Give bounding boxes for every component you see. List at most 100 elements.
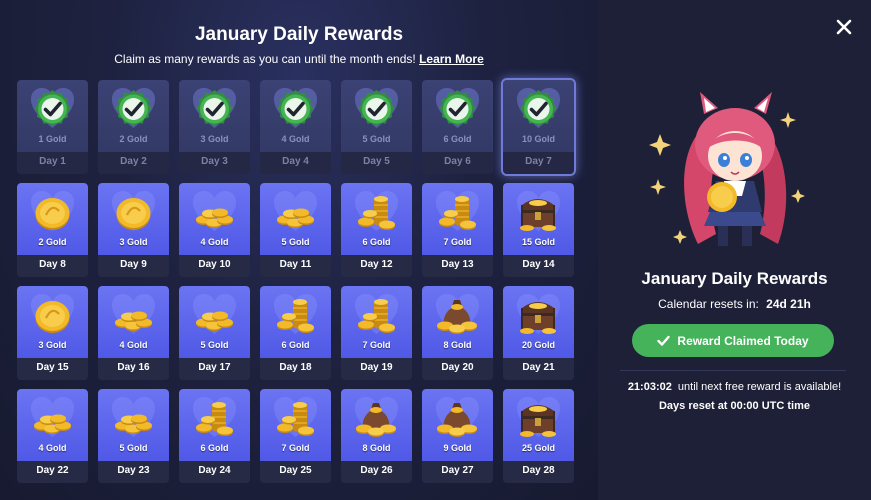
day-card-art-area: 4 Gold <box>260 80 331 152</box>
day-card[interactable]: 4 Gold Day 22 <box>17 389 88 483</box>
day-card[interactable]: 20 Gold Day 21 <box>503 286 574 380</box>
day-label: Day 28 <box>522 465 555 476</box>
single-coin-icon <box>116 198 151 230</box>
day-label: Day 9 <box>120 259 147 270</box>
day-card[interactable]: 4 Gold Day 16 <box>98 286 169 380</box>
calendar-subtitle: Claim as many rewards as you can until t… <box>0 52 598 66</box>
treasure-chest-icon <box>520 199 556 231</box>
reward-amount: 9 Gold <box>443 443 472 453</box>
day-card[interactable]: 3 Gold Day 3 <box>179 80 250 174</box>
day-card-art-area: 7 Gold <box>341 286 412 358</box>
reward-amount: 6 Gold <box>200 443 229 453</box>
day-label: Day 21 <box>522 362 555 373</box>
day-label: Day 11 <box>279 259 312 270</box>
reward-amount: 4 Gold <box>119 340 148 350</box>
day-label: Day 13 <box>441 259 474 270</box>
day-card[interactable]: 7 Gold Day 19 <box>341 286 412 380</box>
day-card-art-area: 2 Gold <box>98 80 169 152</box>
day-card-art-area: 4 Gold <box>98 286 169 358</box>
check-badge-icon <box>439 90 476 127</box>
reset-label: Calendar resets in: <box>658 297 759 311</box>
day-label: Day 10 <box>198 259 231 270</box>
day-card[interactable]: 15 Gold Day 14 <box>503 183 574 277</box>
next-reward-timer: 21:03:02 until next free reward is avail… <box>598 381 871 393</box>
reward-amount: 20 Gold <box>521 340 555 350</box>
day-card[interactable]: 6 Gold Day 12 <box>341 183 412 277</box>
day-label: Day 7 <box>525 156 552 167</box>
coin-pile-icon <box>34 414 71 434</box>
day-card-art-area: 3 Gold <box>179 80 250 152</box>
coin-bag-icon <box>437 300 477 334</box>
day-card[interactable]: 2 Gold Day 8 <box>17 183 88 277</box>
reset-countdown: 24d 21h <box>766 297 811 311</box>
reward-amount: 10 Gold <box>521 134 555 144</box>
day-card[interactable]: 1 Gold Day 1 <box>17 80 88 174</box>
reward-amount: 6 Gold <box>281 340 310 350</box>
reward-amount: 3 Gold <box>200 134 229 144</box>
day-card[interactable]: 7 Gold Day 25 <box>260 389 331 483</box>
day-card[interactable]: 6 Gold Day 6 <box>422 80 493 174</box>
day-card[interactable]: 5 Gold Day 17 <box>179 286 250 380</box>
rewards-calendar-panel: January Daily Rewards Claim as many rewa… <box>0 0 598 500</box>
single-coin-icon <box>35 198 70 230</box>
day-card[interactable]: 4 Gold Day 10 <box>179 183 250 277</box>
day-card[interactable]: 4 Gold Day 4 <box>260 80 331 174</box>
timer-text: until next free reward is available! <box>677 381 842 393</box>
check-icon <box>657 335 671 346</box>
check-badge-icon <box>277 90 314 127</box>
day-card-art-area: 2 Gold <box>17 183 88 255</box>
day-label: Day 8 <box>39 259 66 270</box>
coin-stack-icon <box>358 196 395 230</box>
day-label: Day 19 <box>360 362 393 373</box>
day-card-art-area: 20 Gold <box>503 286 574 358</box>
day-card[interactable]: 2 Gold Day 2 <box>98 80 169 174</box>
day-card[interactable]: 3 Gold Day 9 <box>98 183 169 277</box>
coin-stack-icon <box>277 299 314 333</box>
day-card[interactable]: 6 Gold Day 18 <box>260 286 331 380</box>
claim-button-label: Reward Claimed Today <box>677 333 809 348</box>
coin-pile-icon <box>277 208 314 228</box>
reward-amount: 6 Gold <box>362 237 391 247</box>
reward-amount: 4 Gold <box>281 134 310 144</box>
rewards-summary-panel: January Daily Rewards Calendar resets in… <box>598 0 871 500</box>
coin-bag-icon <box>356 403 396 437</box>
day-label: Day 26 <box>360 465 393 476</box>
day-card[interactable]: 25 Gold Day 28 <box>503 389 574 483</box>
day-card[interactable]: 5 Gold Day 23 <box>98 389 169 483</box>
day-card[interactable]: 3 Gold Day 15 <box>17 286 88 380</box>
check-badge-icon <box>358 90 395 127</box>
reward-amount: 3 Gold <box>38 340 67 350</box>
day-card-art-area: 10 Gold <box>503 80 574 152</box>
reward-amount: 4 Gold <box>38 443 67 453</box>
learn-more-link[interactable]: Learn More <box>419 52 484 66</box>
reward-claimed-button[interactable]: Reward Claimed Today <box>632 324 834 357</box>
treasure-chest-icon <box>520 405 556 437</box>
close-icon[interactable] <box>835 18 853 36</box>
reward-amount: 2 Gold <box>119 134 148 144</box>
single-coin-icon <box>35 301 70 333</box>
day-card[interactable]: 9 Gold Day 27 <box>422 389 493 483</box>
day-label: Day 22 <box>36 465 69 476</box>
day-card[interactable]: 8 Gold Day 26 <box>341 389 412 483</box>
check-badge-icon <box>115 90 152 127</box>
day-card-art-area: 7 Gold <box>422 183 493 255</box>
coin-pile-icon <box>196 311 233 331</box>
day-label: Day 1 <box>39 156 66 167</box>
day-card-art-area: 7 Gold <box>260 389 331 461</box>
day-label: Day 17 <box>198 362 231 373</box>
day-card[interactable]: 7 Gold Day 13 <box>422 183 493 277</box>
side-title: January Daily Rewards <box>641 269 828 288</box>
divider <box>620 370 846 371</box>
day-card[interactable]: 8 Gold Day 20 <box>422 286 493 380</box>
reward-amount: 7 Gold <box>443 237 472 247</box>
calendar-title: January Daily Rewards <box>194 24 404 45</box>
check-badge-icon <box>520 90 557 127</box>
day-card[interactable]: 5 Gold Day 11 <box>260 183 331 277</box>
reward-amount: 15 Gold <box>521 237 555 247</box>
day-card[interactable]: 6 Gold Day 24 <box>179 389 250 483</box>
day-card-art-area: 4 Gold <box>179 183 250 255</box>
day-card[interactable]: 10 Gold Day 7 <box>503 80 574 174</box>
day-card[interactable]: 5 Gold Day 5 <box>341 80 412 174</box>
day-label: Day 4 <box>282 156 309 167</box>
day-label: Day 6 <box>444 156 471 167</box>
